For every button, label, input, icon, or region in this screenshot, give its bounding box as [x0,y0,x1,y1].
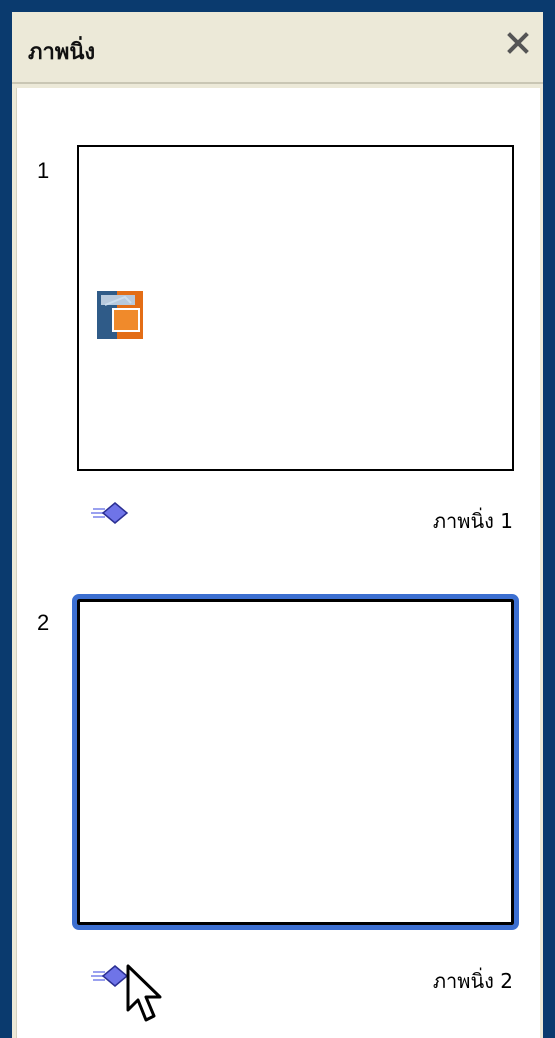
window-left-border [0,0,12,1038]
transition-icon[interactable] [89,501,129,525]
mouse-pointer-icon [126,964,162,1022]
slides-pane: ภาพนิ่ง 1 ภาพนิ่ง 1 2 ภาพนิ่ง 2 [12,12,543,1038]
window-right-border [543,0,555,1038]
slide-thumbnail-2[interactable] [72,594,519,930]
slide-name: ภาพนิ่ง 2 [432,969,513,993]
pane-title: ภาพนิ่ง [28,40,96,65]
pane-titlebar: ภาพนิ่ง [12,12,543,84]
slide-sorter-list[interactable]: 1 ภาพนิ่ง 1 2 ภาพนิ่ง 2 [16,88,540,1038]
slide-number: 2 [37,610,50,635]
slide-name: ภาพนิ่ง 1 [432,509,513,533]
transition-icon[interactable] [89,964,129,988]
close-icon [507,32,529,54]
presentation-app-icon [97,291,143,339]
slide-thumbnail-1[interactable] [77,145,514,471]
slide-number: 1 [37,158,50,183]
close-button[interactable] [503,28,533,58]
